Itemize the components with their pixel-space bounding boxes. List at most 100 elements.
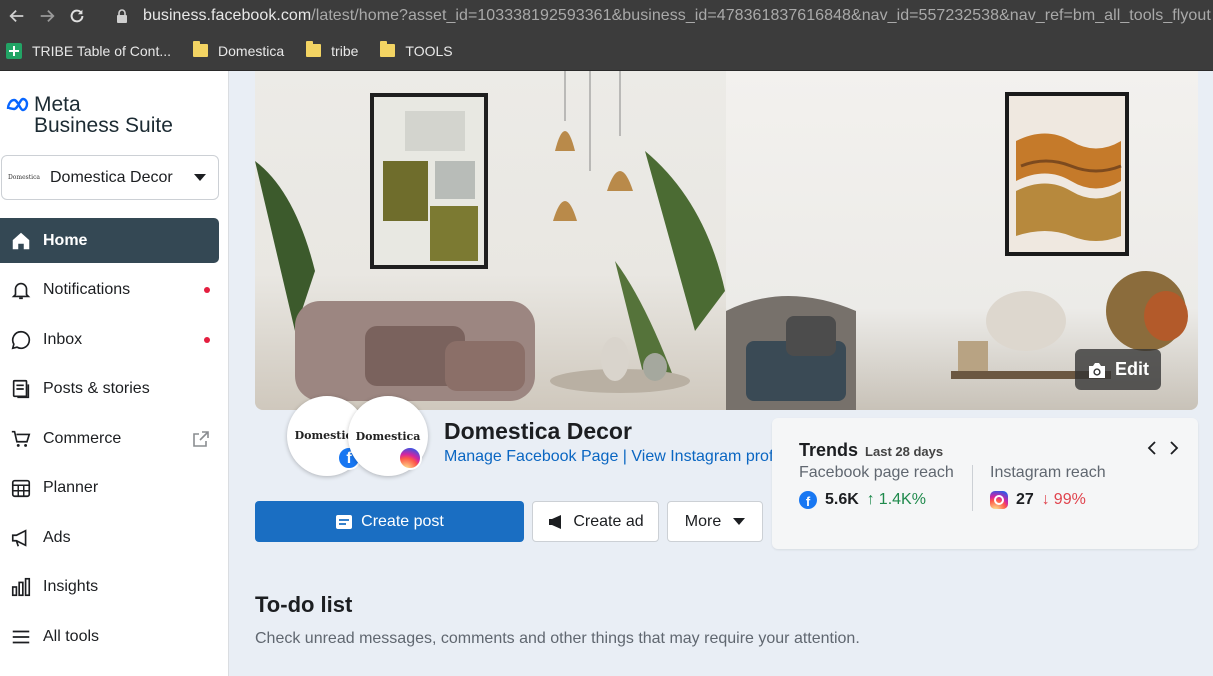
sidebar-item-planner[interactable]: Planner (0, 466, 219, 511)
sidebar-item-home[interactable]: Home (0, 218, 219, 263)
trends-heading: Trends (799, 440, 859, 460)
todo-title: To-do list (255, 592, 353, 617)
address-bar[interactable]: business.facebook.com/latest/home?asset_… (115, 3, 1211, 28)
account-name: Domestica Decor (50, 168, 173, 186)
chevron-right-icon[interactable] (1168, 440, 1180, 456)
calendar-icon (9, 476, 33, 500)
more-label: More (684, 512, 722, 530)
folder-icon (306, 41, 322, 57)
lock-icon (117, 8, 127, 23)
bar-chart-icon (9, 575, 33, 599)
reload-button[interactable] (62, 1, 92, 31)
trends-period: Last 28 days (865, 444, 944, 459)
bell-icon (9, 278, 33, 302)
meta-business-suite-logo[interactable]: Meta Business Suite (5, 93, 173, 138)
facebook-icon: f (799, 491, 817, 509)
browser-toolbar: business.facebook.com/latest/home?asset_… (0, 0, 1213, 31)
bookmark-label: TOOLS (405, 42, 453, 59)
external-link-icon (193, 430, 209, 447)
home-icon (9, 229, 33, 253)
sidebar-item-posts[interactable]: Posts & stories (0, 367, 219, 412)
trends-pager (1146, 440, 1180, 456)
living-room-illustration-left (255, 71, 725, 401)
meta-infinity-icon (6, 97, 29, 112)
notification-dot (204, 287, 210, 293)
account-logo: Domestica (8, 174, 41, 181)
sidebar-nav: Home Notifications Inbox Posts & stories… (0, 218, 219, 664)
sidebar: Meta Business Suite Domestica Domestica … (0, 71, 229, 676)
sidebar-item-label: Planner (43, 479, 99, 496)
bookmark-label: TRIBE Table of Cont... (32, 42, 172, 59)
facebook-reach-metric[interactable]: Facebook page reach f 5.6K ↑ 1.4K% (799, 464, 954, 509)
bookmark-tools[interactable]: TOOLS (380, 41, 453, 59)
sidebar-item-label: Inbox (43, 330, 83, 348)
sidebar-item-label: Commerce (43, 429, 122, 447)
sidebar-item-insights[interactable]: Insights (0, 565, 219, 610)
arrow-down-icon: ↓ (1041, 491, 1050, 508)
sidebar-item-commerce[interactable]: Commerce (0, 416, 219, 461)
instagram-avatar[interactable]: Domestica (348, 396, 428, 476)
arrow-left-icon (9, 9, 24, 22)
notification-dot (204, 336, 210, 343)
forward-button[interactable] (32, 1, 62, 31)
sidebar-item-label: Ads (43, 528, 71, 546)
sidebar-item-ads[interactable]: Ads (0, 515, 219, 560)
sidebar-item-label: Home (43, 231, 88, 249)
chevron-left-icon[interactable] (1146, 440, 1158, 456)
instagram-icon (398, 446, 422, 470)
metric-divider (972, 465, 973, 511)
folder-icon (380, 41, 396, 57)
megaphone-icon (9, 526, 33, 550)
trends-card: Trends Last 28 days Facebook page reach … (772, 418, 1198, 549)
profile-avatars: Domestica f Domestica (287, 396, 437, 476)
instagram-icon (990, 491, 1008, 509)
arrow-right-icon (40, 9, 55, 22)
sidebar-item-all-tools[interactable]: All tools (0, 614, 219, 659)
account-switcher[interactable]: Domestica Domestica Decor (1, 155, 219, 200)
reload-icon (70, 9, 84, 22)
todo-subtitle: Check unread messages, comments and othe… (255, 630, 860, 647)
camera-icon (1089, 362, 1105, 378)
instagram-reach-metric[interactable]: Instagram reach 27 ↓ 99% (990, 464, 1106, 509)
create-post-label: Create post (361, 512, 444, 530)
arrow-up-icon: ↑ (866, 491, 875, 508)
bookmarks-bar: TRIBE Table of Cont... Domestica tribe T… (0, 31, 1213, 71)
back-button[interactable] (2, 1, 32, 31)
posts-icon (9, 377, 33, 401)
edit-cover-button[interactable]: Edit (1075, 349, 1161, 390)
cover-photo: Edit (255, 71, 1198, 410)
brand-line2: Business Suite (34, 114, 173, 137)
url-text: business.facebook.com/latest/home?asset_… (143, 6, 1211, 24)
profile-links[interactable]: Manage Facebook Page | View Instagram pr… (444, 448, 774, 466)
more-button[interactable]: More (667, 501, 763, 542)
folder-icon (193, 41, 209, 57)
create-ad-button[interactable]: Create ad (532, 501, 659, 542)
metric-change: 1.4K% (878, 491, 926, 508)
bookmark-tribe[interactable]: tribe (306, 41, 359, 59)
caret-down-icon (733, 518, 746, 525)
metric-change: 99% (1053, 491, 1086, 508)
sidebar-item-inbox[interactable]: Inbox (0, 317, 219, 362)
bookmark-label: tribe (331, 42, 359, 59)
bookmark-tribe-table[interactable]: TRIBE Table of Cont... (6, 42, 172, 59)
page-title: Domestica Decor (444, 418, 632, 444)
trends-title: Trends Last 28 days (799, 440, 943, 461)
caret-down-icon (194, 174, 206, 181)
metric-value: 27 (1016, 491, 1034, 508)
bookmark-domestica[interactable]: Domestica (193, 41, 285, 59)
create-post-button[interactable]: Create post (255, 501, 524, 542)
create-ad-label: Create ad (573, 512, 644, 530)
edit-label: Edit (1115, 359, 1149, 379)
avatar-text: Domestica (355, 429, 421, 443)
sidebar-item-notifications[interactable]: Notifications (0, 268, 219, 313)
sidebar-item-label: Posts & stories (43, 380, 150, 397)
sidebar-item-label: All tools (43, 627, 100, 645)
cover-image-left (255, 71, 726, 410)
sheets-icon (6, 42, 22, 59)
bookmark-label: Domestica (218, 42, 285, 59)
menu-icon (9, 625, 33, 649)
chat-icon (9, 328, 33, 352)
post-icon (336, 514, 353, 529)
megaphone-icon (549, 514, 562, 529)
metric-label: Facebook page reach (799, 464, 954, 481)
